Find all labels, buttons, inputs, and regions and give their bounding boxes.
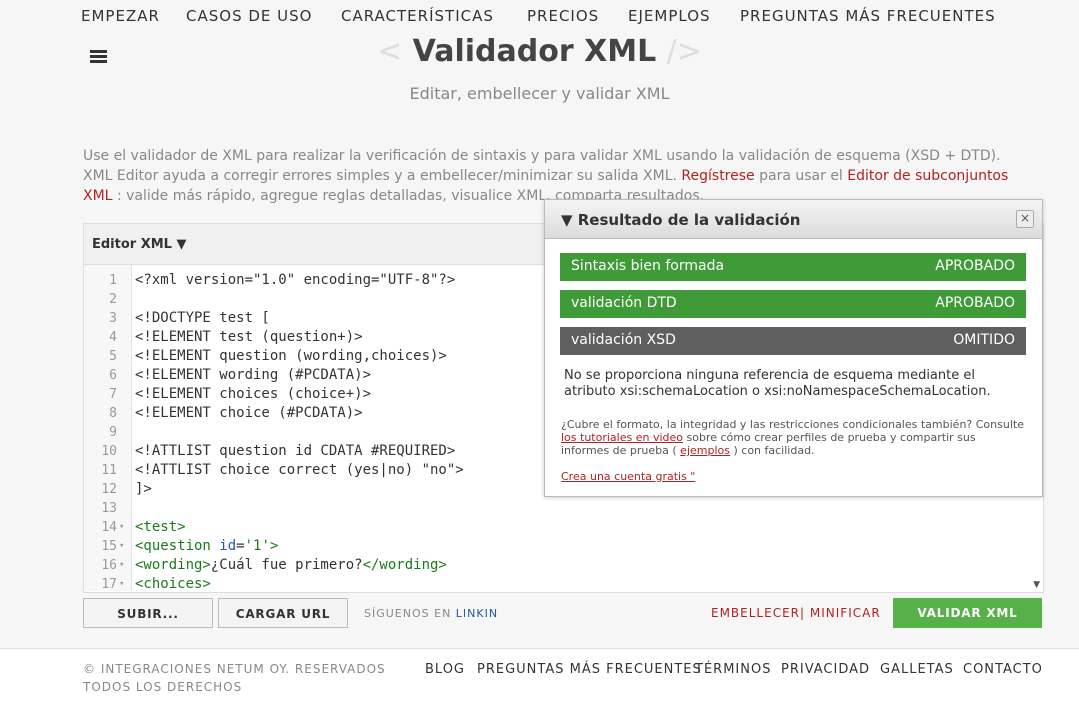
load-url-button[interactable]: CARGAR URL <box>218 598 348 628</box>
copyright: © INTEGRACIONES NETUM OY. RESERVADOS TOD… <box>83 662 386 694</box>
nav-faq[interactable]: PREGUNTAS MÁS FRECUENTES <box>740 7 996 25</box>
code-text: <!ELEMENT test (question+)> <box>135 329 363 345</box>
format-actions: EMBELLECER| MINIFICAR <box>711 606 881 620</box>
upload-button[interactable]: SUBIR... <box>83 598 213 628</box>
result-status: APROBADO <box>935 258 1015 274</box>
beautify-button[interactable]: EMBELLECER <box>711 606 800 620</box>
result-title: ▼ Resultado de la validación <box>561 211 801 229</box>
line-number: 4 <box>109 330 117 345</box>
validate-xml-button[interactable]: VALIDAR XML <box>893 598 1042 628</box>
nav-precios[interactable]: PRECIOS <box>527 7 599 25</box>
code-text: <test> <box>135 519 186 535</box>
register-link[interactable]: Regístrese <box>681 168 754 184</box>
fold-arrow-icon[interactable]: ▾ <box>119 556 124 575</box>
result-status: OMITIDO <box>953 332 1015 348</box>
result-row-syntax: Sintaxis bien formada APROBADO <box>560 253 1026 281</box>
top-nav: EMPEZAR CASOS DE USO CARACTERÍSTICAS PRE… <box>0 0 1079 34</box>
footer-link-cookies[interactable]: GALLETAS <box>880 662 954 677</box>
code-text: <!ELEMENT choice (#PCDATA)> <box>135 405 363 421</box>
page-subtitle: Editar, embellecer y validar XML <box>409 84 670 103</box>
signup-link[interactable]: Crea una cuenta gratis " <box>561 470 695 483</box>
nav-casos-de-uso[interactable]: CASOS DE USO <box>186 7 312 25</box>
line-number: 8 <box>109 406 117 421</box>
page-title-text: Validador XML <box>412 34 657 69</box>
action-separator: | <box>800 606 806 620</box>
code-line[interactable]: 17 ▾ <choices> <box>84 575 1024 591</box>
code-text: <!ELEMENT choices (choice+)> <box>135 386 372 402</box>
line-number: 10 <box>101 444 117 459</box>
minify-button[interactable]: MINIFICAR <box>810 606 881 620</box>
line-number: 5 <box>109 349 117 364</box>
code-text: <choices> <box>135 576 211 591</box>
code-text: <!ATTLIST question id CDATA #REQUIRED> <box>135 443 456 459</box>
result-label: validación XSD <box>571 332 676 348</box>
code-text: <!ELEMENT wording (#PCDATA)> <box>135 367 372 383</box>
line-number: 15 <box>101 539 117 554</box>
line-number: 13 <box>101 501 117 516</box>
footer-link-blog[interactable]: BLOG <box>425 662 465 677</box>
line-number: 9 <box>109 425 117 440</box>
close-icon[interactable]: × <box>1016 210 1034 228</box>
follow-label: SÍGUENOS EN <box>364 607 452 620</box>
line-number: 14 <box>101 520 117 535</box>
page-title: < Validador XML /> <box>0 34 1079 69</box>
result-row-xsd: validación XSD OMITIDO <box>560 327 1026 355</box>
code-text: <!ELEMENT question (wording,choices)> <box>135 348 447 364</box>
footer-link-privacy[interactable]: PRIVACIDAD <box>781 662 870 677</box>
video-tutorials-link[interactable]: los tutoriales en video <box>561 431 683 444</box>
follow-text: SÍGUENOS EN LINKIN <box>364 607 498 620</box>
code-text: <wording>¿Cuál fue primero?</wording> <box>135 557 447 573</box>
result-row-dtd: validación DTD APROBADO <box>560 290 1026 318</box>
result-header[interactable]: ▼ Resultado de la validación × <box>545 200 1042 239</box>
code-line[interactable]: 15 ▾ <question id='1'> <box>84 537 1024 556</box>
editor-menu[interactable]: Editor XML ▼ <box>92 237 187 252</box>
line-number: 16 <box>101 558 117 573</box>
code-line[interactable]: 13 <box>84 499 1024 518</box>
code-text: <question id='1'> <box>135 538 279 554</box>
line-number: 6 <box>109 368 117 383</box>
code-text: ]> <box>135 481 152 497</box>
line-number: 2 <box>109 292 117 307</box>
code-text: <!ATTLIST choice correct (yes|no) "no"> <box>135 462 464 478</box>
linkedin-link[interactable]: LINKIN <box>456 607 498 620</box>
line-number: 17 <box>101 577 117 591</box>
line-number: 3 <box>109 311 117 326</box>
scroll-down-icon[interactable]: ▼ <box>1033 580 1040 590</box>
intro-text: Use el validador de XML para realizar la… <box>83 146 1023 206</box>
nav-caracteristicas[interactable]: CARACTERÍSTICAS <box>341 7 494 25</box>
line-number: 12 <box>101 482 117 497</box>
result-note: No se proporciona ninguna referencia de … <box>564 368 991 399</box>
fold-arrow-icon[interactable]: ▾ <box>119 518 124 537</box>
code-text: <?xml version="1.0" encoding="UTF-8"?> <box>135 272 456 288</box>
code-text: <!DOCTYPE test [ <box>135 310 270 326</box>
examples-link[interactable]: ejemplos <box>680 444 730 457</box>
bracket-left: < <box>377 34 403 69</box>
line-number: 11 <box>101 463 117 478</box>
editor-toolbar: SUBIR... CARGAR URL SÍGUENOS EN LINKIN E… <box>83 598 1042 630</box>
help-part1: ¿Cubre el formato, la integridad y las r… <box>561 418 1024 431</box>
code-line[interactable]: 16 ▾ <wording>¿Cuál fue primero?</wording> <box>84 556 1024 575</box>
nav-empezar[interactable]: EMPEZAR <box>81 7 160 25</box>
result-label: validación DTD <box>571 295 677 311</box>
result-status: APROBADO <box>935 295 1015 311</box>
fold-arrow-icon[interactable]: ▾ <box>119 575 124 591</box>
code-line[interactable]: 14 ▾ <test> <box>84 518 1024 537</box>
intro-part2: para usar el <box>759 168 843 184</box>
footer-link-contact[interactable]: CONTACTO <box>963 662 1043 677</box>
fold-arrow-icon[interactable]: ▾ <box>119 537 124 556</box>
line-number: 7 <box>109 387 117 402</box>
result-label: Sintaxis bien formada <box>571 258 725 274</box>
line-number: 1 <box>109 273 117 288</box>
validation-result-panel: ▼ Resultado de la validación × Sintaxis … <box>544 199 1043 497</box>
footer-link-faq[interactable]: PREGUNTAS MÁS FRECUENTES <box>477 662 702 677</box>
result-help-text: ¿Cubre el formato, la integridad y las r… <box>561 418 1026 457</box>
help-part3: ) con facilidad. <box>733 444 815 457</box>
bracket-right: /> <box>666 34 702 69</box>
nav-ejemplos[interactable]: EJEMPLOS <box>628 7 711 25</box>
footer-link-terms[interactable]: TÉRMINOS <box>695 662 771 677</box>
